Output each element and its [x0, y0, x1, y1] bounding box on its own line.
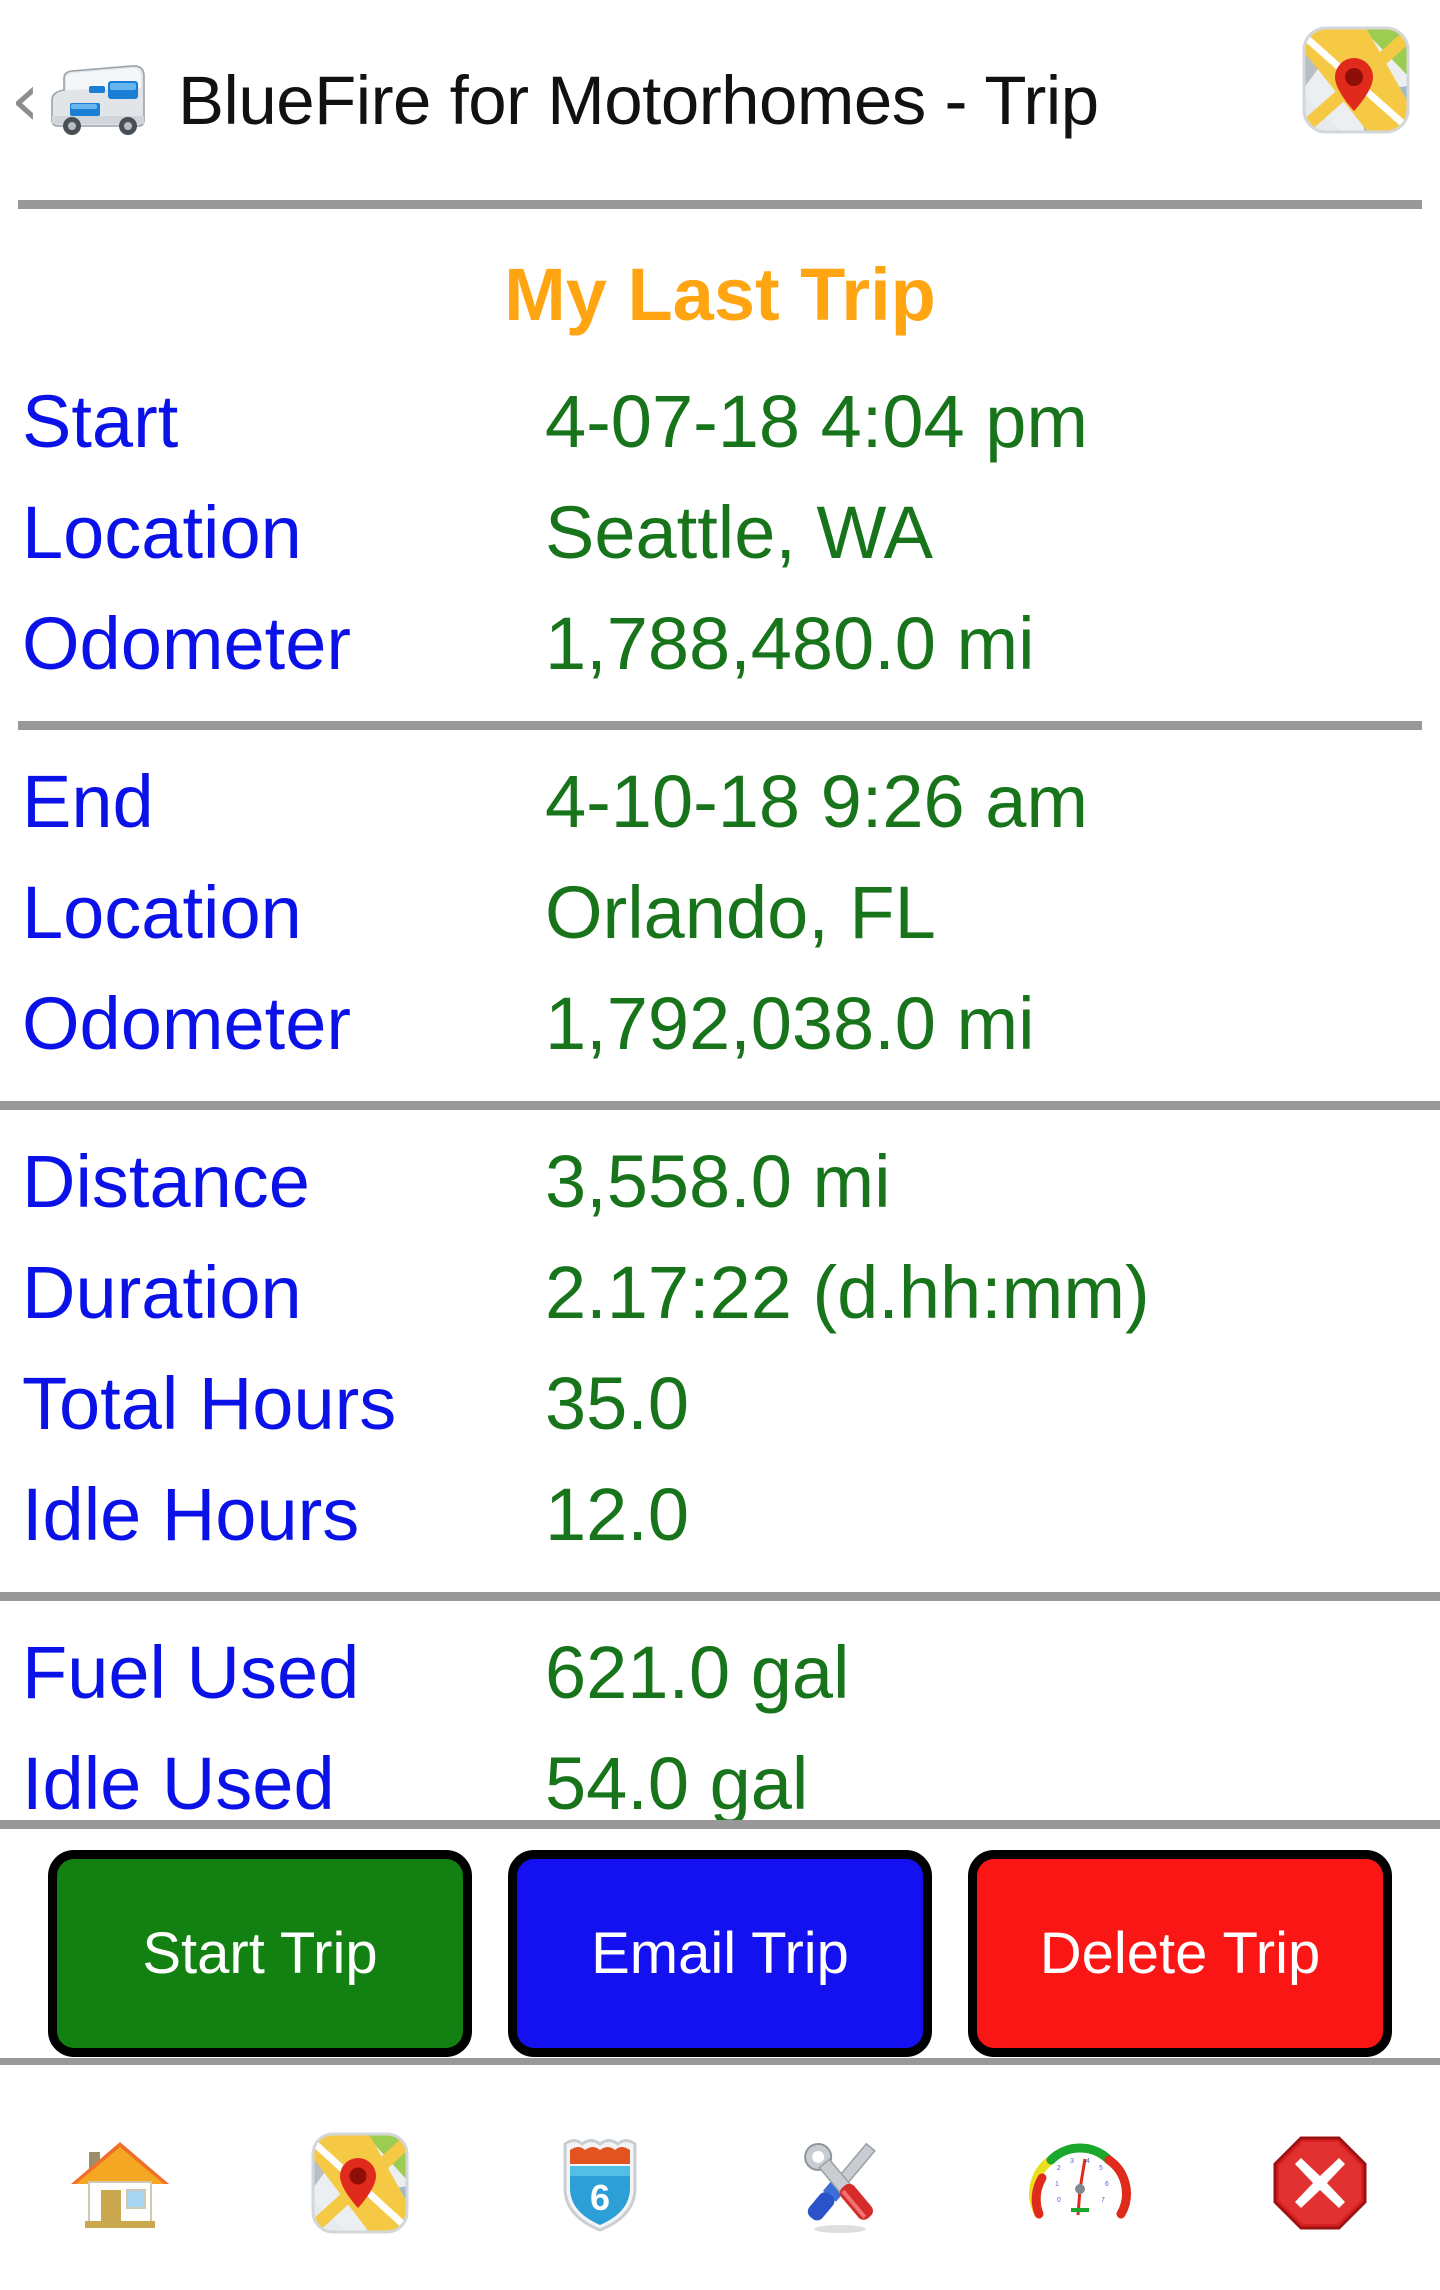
row-label: Odometer [22, 602, 352, 685]
row-value: 35.0 [545, 1362, 690, 1445]
header-divider [18, 200, 1422, 209]
table-row: Total Hours 35.0 [0, 1352, 1440, 1463]
svg-text:2: 2 [1057, 2165, 1061, 2172]
svg-text:3: 3 [1070, 2158, 1074, 2165]
section-divider [18, 721, 1422, 730]
svg-text:5: 5 [1099, 2165, 1103, 2172]
row-value: 2.17:22 (d.hh:mm) [545, 1251, 1150, 1334]
row-value: Seattle, WA [545, 491, 933, 574]
highway-badge-number: 6 [590, 2177, 610, 2218]
page-title: My Last Trip [504, 253, 936, 336]
table-row: Fuel Used 621.0 gal [0, 1621, 1440, 1732]
start-section: Start 4-07-18 4:04 pm Location Seattle, … [0, 370, 1440, 703]
section-divider [0, 1101, 1440, 1110]
row-value: 1,792,038.0 mi [545, 982, 1035, 1065]
row-label: Total Hours [22, 1362, 397, 1445]
start-trip-button[interactable]: Start Trip [48, 1849, 472, 2057]
table-row: Start 4-07-18 4:04 pm [0, 370, 1440, 481]
row-value: 54.0 gal [545, 1742, 809, 1820]
map-icon [311, 2132, 409, 2233]
table-row: Duration 2.17:22 (d.hh:mm) [0, 1241, 1440, 1352]
back-chevron-icon[interactable]: ‹ [8, 63, 42, 137]
tools-icon [804, 2142, 876, 2233]
toolbar-highway[interactable]: 6 [480, 2075, 720, 2290]
svg-text:1: 1 [1055, 2181, 1059, 2188]
fuel-section: Fuel Used 621.0 gal Idle Used 54.0 gal [0, 1621, 1440, 1820]
row-label: Idle Hours [22, 1473, 360, 1556]
toolbar-divider [0, 2058, 1440, 2065]
button-bar-divider [0, 1820, 1440, 1829]
app-header: ‹ BlueFire for Motorhomes - Trip [0, 0, 1440, 200]
toolbar-gauges[interactable]: 2 3 4 5 6 7 1 0 [960, 2075, 1200, 2290]
toolbar-tools[interactable] [720, 2075, 960, 2290]
table-row: Location Seattle, WA [0, 481, 1440, 592]
delete-trip-button[interactable]: Delete Trip [968, 1849, 1392, 2057]
table-row: Distance 3,558.0 mi [0, 1130, 1440, 1241]
trip-stats-section: Distance 3,558.0 mi Duration 2.17:22 (d.… [0, 1130, 1440, 1574]
row-label: Location [22, 871, 302, 954]
action-button-bar: Start Trip Email Trip Delete Trip [0, 1848, 1440, 2058]
trip-details-list[interactable]: Start 4-07-18 4:04 pm Location Seattle, … [0, 370, 1440, 1820]
svg-text:7: 7 [1101, 2197, 1105, 2204]
table-row: Odometer 1,788,480.0 mi [0, 592, 1440, 703]
exit-icon [1273, 2136, 1367, 2229]
map-icon[interactable] [1302, 26, 1410, 134]
row-value: 12.0 [545, 1473, 690, 1556]
section-divider [0, 1592, 1440, 1601]
table-row: Location Orlando, FL [0, 861, 1440, 972]
motorhome-icon[interactable] [44, 54, 152, 146]
highway-shield-icon: 6 [563, 2138, 637, 2232]
home-icon [71, 2141, 169, 2228]
svg-text:0: 0 [1057, 2197, 1061, 2204]
row-label: Fuel Used [22, 1631, 360, 1714]
table-row: Idle Hours 12.0 [0, 1463, 1440, 1574]
end-section: End 4-10-18 9:26 am Location Orlando, FL… [0, 750, 1440, 1083]
toolbar-exit[interactable] [1200, 2075, 1440, 2290]
page-header-title: BlueFire for Motorhomes - Trip [178, 61, 1099, 139]
row-value: 4-10-18 9:26 am [545, 760, 1089, 843]
svg-text:4: 4 [1086, 2158, 1090, 2165]
row-label: Duration [22, 1251, 302, 1334]
row-value: 4-07-18 4:04 pm [545, 380, 1089, 463]
row-value: 621.0 gal [545, 1631, 850, 1714]
email-trip-button[interactable]: Email Trip [508, 1849, 932, 2057]
row-value: Orlando, FL [545, 871, 936, 954]
trip-screen: ‹ BlueFire for Motorhomes - Trip My Last… [0, 0, 1440, 2290]
table-row: Odometer 1,792,038.0 mi [0, 972, 1440, 1083]
svg-text:6: 6 [1105, 2181, 1109, 2188]
table-row: End 4-10-18 9:26 am [0, 750, 1440, 861]
toolbar-map[interactable] [240, 2075, 480, 2290]
row-label: Location [22, 491, 302, 574]
row-label: End [22, 760, 154, 843]
bottom-toolbar: 6 2 3 4 5 6 7 1 0 [0, 2075, 1440, 2290]
table-row: Idle Used 54.0 gal [0, 1732, 1440, 1820]
row-label: Distance [22, 1140, 310, 1223]
toolbar-home[interactable] [0, 2075, 240, 2290]
row-label: Start [22, 380, 179, 463]
gauge-icon: 2 3 4 5 6 7 1 0 [1029, 2143, 1131, 2222]
row-value: 1,788,480.0 mi [545, 602, 1035, 685]
row-value: 3,558.0 mi [545, 1140, 891, 1223]
row-label: Idle Used [22, 1742, 335, 1820]
row-label: Odometer [22, 982, 352, 1065]
